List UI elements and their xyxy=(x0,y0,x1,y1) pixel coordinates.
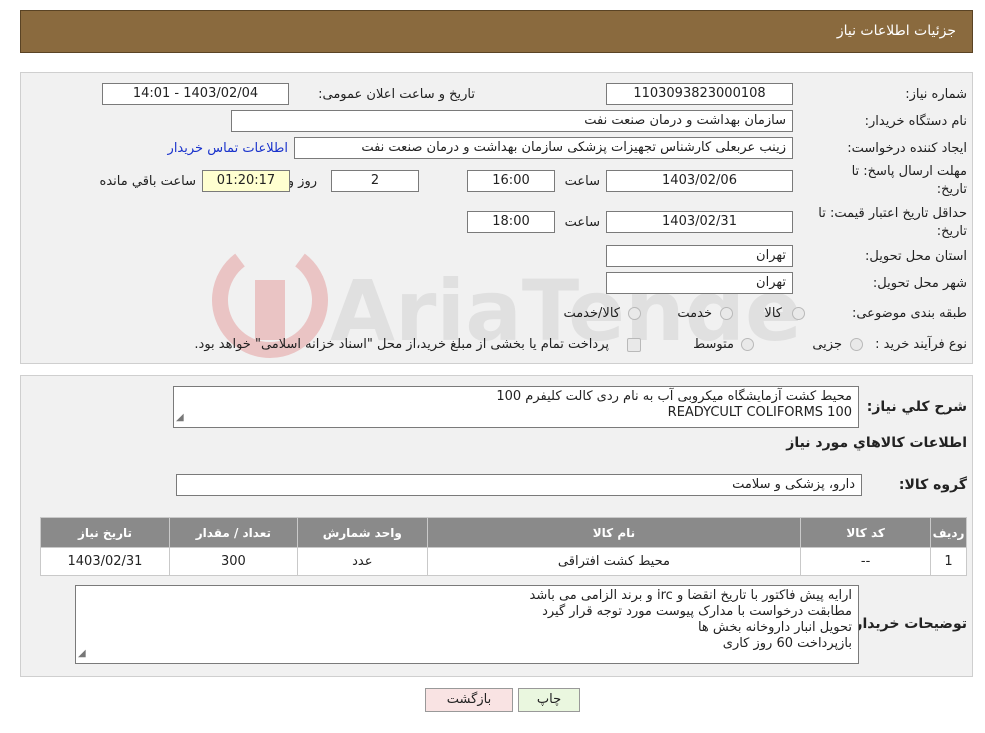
cell-row: 1 xyxy=(930,547,967,576)
deadline-date-field: 1403/02/06 xyxy=(606,170,793,192)
need-number-label: شماره نیاز: xyxy=(905,87,967,102)
radio-goods[interactable] xyxy=(792,307,805,320)
cell-qty: 300 xyxy=(168,547,298,576)
items-table: ردیف کد کالا نام کالا واحد شمارش تعداد /… xyxy=(40,517,967,576)
validity-time-field: 18:00 xyxy=(467,211,555,233)
radio-goods-service[interactable] xyxy=(628,307,641,320)
col-unit-header: واحد شمارش xyxy=(296,517,428,548)
buyer-org-label: نام دستگاه خریدار: xyxy=(864,114,967,129)
cell-unit: عدد xyxy=(296,547,428,576)
city-label: شهر محل تحویل: xyxy=(872,276,967,291)
back-button[interactable]: بازگشت xyxy=(425,688,513,712)
summary-line-2: READYCULT COLIFORMS 100 xyxy=(667,405,852,420)
radio-goods-service-label: کالا/خدمت xyxy=(563,306,620,321)
announce-label: تاریخ و ساعت اعلان عمومی: xyxy=(318,87,475,102)
validity-label-date: تاریخ: xyxy=(936,224,967,239)
radio-service-label: خدمت xyxy=(677,306,712,321)
resize-grip-icon: ◢ xyxy=(78,648,86,659)
requester-label: ایجاد کننده درخواست: xyxy=(847,141,967,156)
radio-goods-label: کالا xyxy=(764,306,782,321)
group-field: دارو، پزشکی و سلامت xyxy=(176,474,862,496)
days-field: 2 xyxy=(331,170,419,192)
buyer-note-line: تحویل انبار داروخانه بخش ها xyxy=(697,620,852,635)
page-title: جزئیات اطلاعات نیاز xyxy=(836,23,956,39)
cell-name: محیط کشت افتراقی xyxy=(426,547,802,576)
cell-code: -- xyxy=(800,547,932,576)
requester-field: زینب عربعلی کارشناس تجهیزات پزشکی سازمان… xyxy=(294,137,793,159)
days-label: روز و xyxy=(287,174,317,189)
radio-minor-label: جزیی xyxy=(812,337,842,352)
cell-date: 1403/02/31 xyxy=(40,547,170,576)
col-qty-header: تعداد / مقدار xyxy=(168,517,298,548)
category-label: طبقه بندی موضوعی: xyxy=(851,306,967,321)
buyer-note-line: مطابقت درخواست با مدارک پیوست مورد توجه … xyxy=(542,604,852,619)
summary-textarea[interactable]: محیط کشت آزمایشگاه میکروبی آب به نام ردی… xyxy=(173,386,859,428)
payment-note: پرداخت تمام یا بخشی از مبلغ خرید،از محل … xyxy=(194,337,609,352)
buyer-note-line: بازپرداخت 60 روز کاری xyxy=(722,636,852,651)
buyer-note-line: ارایه پیش فاکتور با تاریخ انقضا و irc و … xyxy=(529,588,852,603)
col-row-header: ردیف xyxy=(930,517,967,548)
buyer-notes-label: توضیحات خریدار: xyxy=(848,616,967,632)
need-number-field: 1103093823000108 xyxy=(606,83,793,105)
validity-date-field: 1403/02/31 xyxy=(606,211,793,233)
buyer-notes-textarea[interactable]: ارایه پیش فاکتور با تاریخ انقضا و irc و … xyxy=(75,585,859,664)
deadline-label-date: تاریخ: xyxy=(936,182,967,197)
col-code-header: کد کالا xyxy=(800,517,932,548)
page-header: جزئیات اطلاعات نیاز xyxy=(20,10,973,53)
summary-label: شرح کلي نياز: xyxy=(866,399,967,415)
city-field: تهران xyxy=(606,272,793,294)
validity-time-label: ساعت xyxy=(564,215,600,230)
print-button[interactable]: چاپ xyxy=(518,688,580,712)
col-date-header: تاریخ نیاز xyxy=(40,517,170,548)
items-title: اطلاعات کالاهاي مورد نياز xyxy=(786,435,967,451)
validity-label: حداقل تاریخ اعتبار قیمت: تا xyxy=(818,206,967,221)
resize-grip-icon: ◢ xyxy=(176,412,184,423)
remaining-time-field: 01:20:17 xyxy=(202,170,290,192)
deadline-time-label: ساعت xyxy=(564,174,600,189)
deadline-time-field: 16:00 xyxy=(467,170,555,192)
buyer-org-field: سازمان بهداشت و درمان صنعت نفت xyxy=(231,110,793,132)
table-row: 1 -- محیط کشت افتراقی عدد 300 1403/02/31 xyxy=(40,547,967,576)
radio-minor[interactable] xyxy=(850,338,863,351)
radio-service[interactable] xyxy=(720,307,733,320)
province-field: تهران xyxy=(606,245,793,267)
summary-line-1: محیط کشت آزمایشگاه میکروبی آب به نام ردی… xyxy=(496,389,852,404)
radio-medium[interactable] xyxy=(741,338,754,351)
payment-checkbox[interactable] xyxy=(627,338,641,352)
remaining-label: ساعت باقي مانده xyxy=(99,174,196,189)
announce-field: 1403/02/04 - 14:01 xyxy=(102,83,289,105)
process-label: نوع فرآیند خرید : xyxy=(875,337,967,352)
radio-medium-label: متوسط xyxy=(693,337,734,352)
province-label: استان محل تحویل: xyxy=(865,249,967,264)
buyer-contact-link[interactable]: اطلاعات تماس خریدار xyxy=(168,141,288,156)
deadline-label: مهلت ارسال پاسخ: تا xyxy=(851,164,967,179)
table-header-row: ردیف کد کالا نام کالا واحد شمارش تعداد /… xyxy=(40,517,967,548)
group-label: گروه کالا: xyxy=(898,477,967,493)
col-name-header: نام کالا xyxy=(426,517,802,548)
